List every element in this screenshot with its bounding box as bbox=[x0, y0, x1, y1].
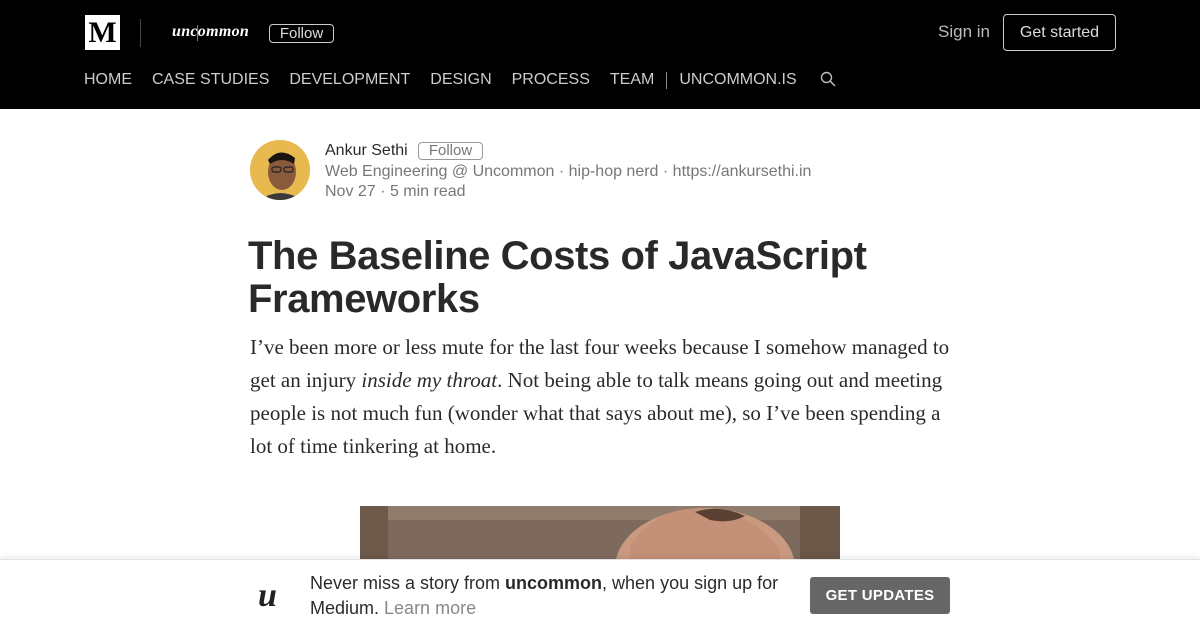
banner-message: Never miss a story from uncommon, when y… bbox=[310, 571, 780, 621]
nav-separator bbox=[666, 71, 668, 89]
meta-separator: · bbox=[380, 183, 390, 200]
get-started-button[interactable]: Get started bbox=[1003, 14, 1116, 51]
publication-logo-text: uncommon bbox=[172, 23, 250, 40]
post-meta: Nov 27 · 5 min read bbox=[325, 183, 466, 201]
nav-item-case-studies[interactable]: CASE STUDIES bbox=[152, 71, 269, 89]
author-avatar[interactable] bbox=[250, 140, 310, 200]
nav-item-design[interactable]: DESIGN bbox=[430, 71, 491, 89]
post-date[interactable]: Nov 27 bbox=[325, 183, 376, 200]
publication-monogram: u bbox=[258, 577, 277, 614]
medium-logo[interactable]: M bbox=[85, 15, 120, 50]
author-photo bbox=[250, 140, 310, 200]
article-photo bbox=[360, 506, 840, 566]
publication-nav: HOME CASE STUDIES DEVELOPMENT DESIGN PRO… bbox=[84, 70, 817, 90]
nav-item-team[interactable]: TEAM bbox=[610, 71, 654, 89]
author-bio: Web Engineering @ Uncommon · hip-hop ner… bbox=[325, 163, 812, 180]
nav-item-development[interactable]: DEVELOPMENT bbox=[289, 71, 410, 89]
article-image bbox=[360, 506, 840, 566]
nav-item-process[interactable]: PROCESS bbox=[512, 71, 590, 89]
sign-in-link[interactable]: Sign in bbox=[938, 22, 990, 42]
article-title: The Baseline Costs of JavaScript Framewo… bbox=[248, 234, 867, 321]
logo-divider bbox=[140, 19, 141, 47]
site-header: M uncommon Follow Sign in Get started HO… bbox=[0, 0, 1200, 109]
signup-banner: u Never miss a story from uncommon, when… bbox=[0, 559, 1200, 630]
read-time: 5 min read bbox=[389, 183, 466, 200]
nav-item-home[interactable]: HOME bbox=[84, 71, 132, 89]
learn-more-link[interactable]: Learn more bbox=[384, 598, 476, 618]
banner-publication-name: uncommon bbox=[505, 573, 603, 593]
nav-item-uncommon-is[interactable]: UNCOMMON.IS bbox=[679, 71, 796, 89]
search-icon[interactable] bbox=[820, 71, 836, 87]
publication-logo-mark bbox=[197, 25, 198, 41]
article-intro: I’ve been more or less mute for the last… bbox=[250, 331, 960, 463]
intro-emphasis: inside my throat bbox=[361, 368, 498, 392]
follow-author-button[interactable]: Follow bbox=[418, 142, 483, 160]
author-name[interactable]: Ankur Sethi bbox=[325, 142, 408, 160]
publication-logo[interactable]: uncommon bbox=[172, 23, 249, 41]
banner-text-start: Never miss a story from bbox=[310, 573, 506, 593]
follow-publication-button[interactable]: Follow bbox=[269, 24, 334, 43]
get-updates-button[interactable]: GET UPDATES bbox=[810, 577, 950, 614]
